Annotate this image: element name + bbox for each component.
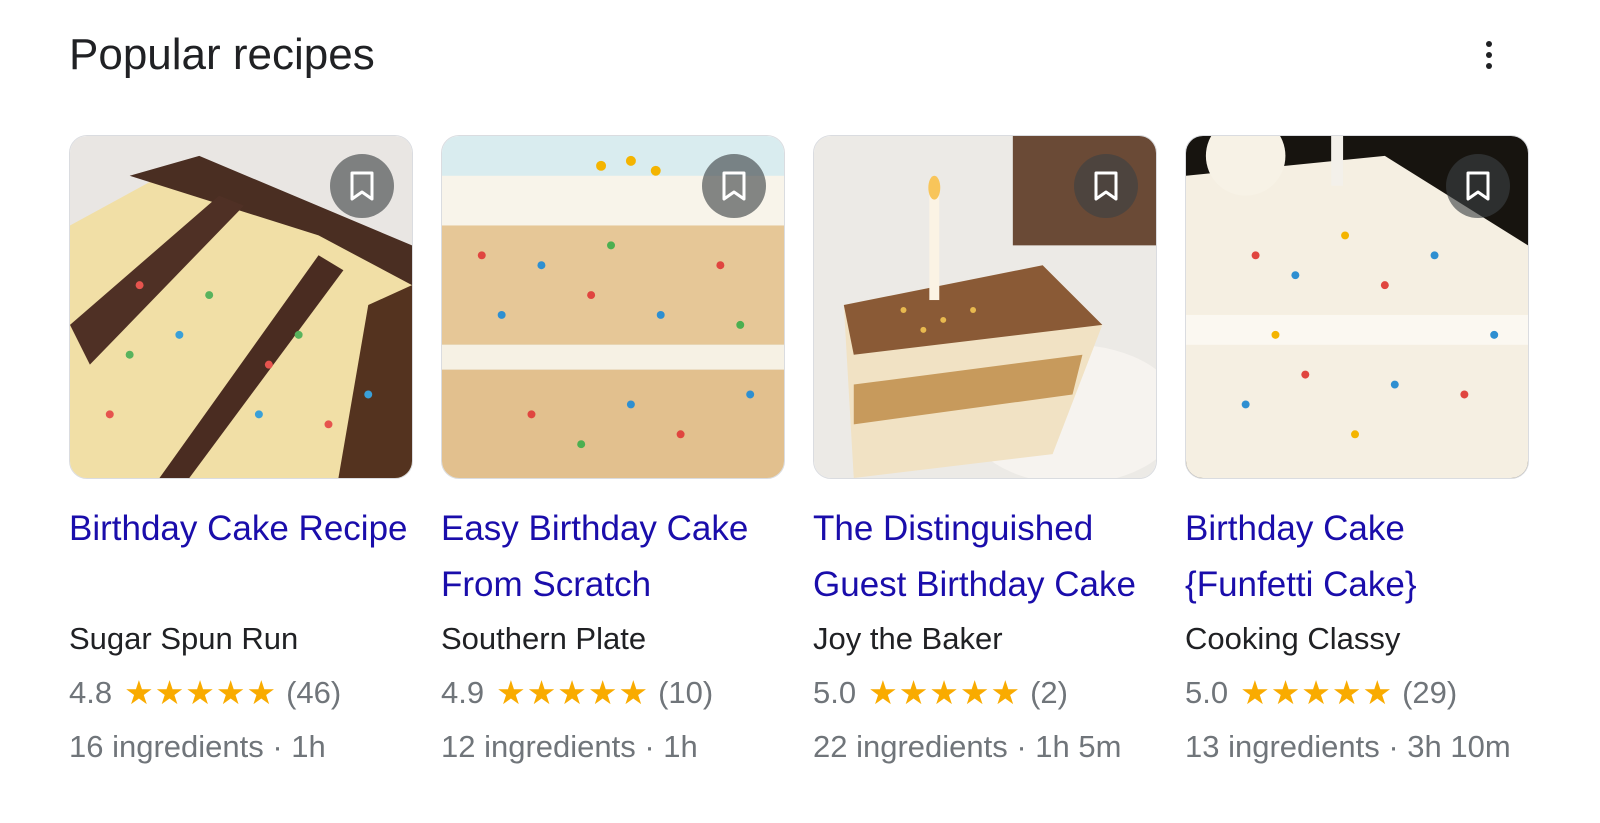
star-icon: ★	[246, 674, 277, 711]
star-icon: ★	[618, 674, 649, 711]
recipe-card[interactable]: Easy Birthday Cake From Scratch Southern…	[441, 135, 785, 767]
recipe-card[interactable]: The Distinguished Guest Birthday Cake Jo…	[813, 135, 1157, 767]
recipe-card[interactable]: Birthday Cake Recipe Sugar Spun Run 4.8 …	[69, 135, 413, 767]
recipe-meta: 13 ingredients · 3h 10m	[1185, 729, 1511, 764]
rating-value: 5.0	[813, 675, 857, 710]
save-recipe-button[interactable]	[1074, 154, 1138, 218]
star-icon: ★	[496, 674, 526, 711]
recipe-image[interactable]	[441, 135, 785, 479]
recipe-title-link[interactable]: Easy Birthday Cake From Scratch	[441, 501, 785, 613]
star-icon: ★	[154, 674, 185, 711]
star-icon: ★	[557, 674, 587, 711]
star-icon: ★	[185, 674, 215, 711]
recipe-rating: 4.9 ★ ★ ★ ★ ★ (10)	[441, 673, 785, 713]
star-rating: ★ ★ ★ ★ ★	[868, 673, 1020, 713]
recipe-image[interactable]	[69, 135, 413, 479]
recipe-image[interactable]	[1185, 135, 1529, 479]
bookmark-icon	[350, 171, 374, 201]
star-icon: ★	[1331, 674, 1362, 711]
rating-value: 4.8	[69, 675, 113, 710]
recipe-source: Sugar Spun Run	[69, 621, 299, 656]
star-rating: ★ ★ ★ ★ ★	[1240, 673, 1392, 713]
star-icon: ★	[959, 674, 990, 711]
bookmark-icon	[722, 171, 746, 201]
bookmark-icon	[1094, 171, 1118, 201]
star-icon: ★	[1362, 674, 1393, 711]
recipe-meta: 16 ingredients · 1h	[69, 729, 326, 764]
save-recipe-button[interactable]	[702, 154, 766, 218]
section-title: Popular recipes	[69, 30, 375, 79]
star-icon: ★	[1301, 674, 1331, 711]
recipe-carousel: Birthday Cake Recipe Sugar Spun Run 4.8 …	[69, 135, 1529, 767]
star-icon: ★	[929, 674, 959, 711]
recipe-title-link[interactable]: The Distinguished Guest Birthday Cake	[813, 501, 1157, 613]
rating-value: 4.9	[441, 675, 485, 710]
recipe-source: Joy the Baker	[813, 621, 1003, 656]
recipe-source: Southern Plate	[441, 621, 647, 656]
more-vert-icon-dot	[1486, 52, 1492, 58]
star-icon: ★	[215, 674, 246, 711]
star-icon: ★	[868, 674, 898, 711]
recipe-title-link[interactable]: Birthday Cake {Funfetti Cake}	[1185, 501, 1529, 613]
star-rating: ★ ★ ★ ★ ★	[496, 673, 648, 713]
star-icon: ★	[1240, 674, 1270, 711]
recipe-rating: 5.0 ★ ★ ★ ★ ★ (2)	[813, 673, 1157, 713]
star-icon: ★	[898, 674, 929, 711]
more-vert-icon-dot	[1486, 63, 1492, 69]
recipe-image[interactable]	[813, 135, 1157, 479]
star-rating: ★ ★ ★ ★ ★	[124, 673, 276, 713]
more-vert-icon	[1486, 41, 1492, 47]
recipe-card[interactable]: Birthday Cake {Funfetti Cake} Cooking Cl…	[1185, 135, 1529, 767]
star-icon: ★	[587, 674, 618, 711]
recipe-rating: 4.8 ★ ★ ★ ★ ★ (46)	[69, 673, 413, 713]
review-count: (46)	[286, 675, 342, 710]
rating-value: 5.0	[1185, 675, 1229, 710]
recipe-rating: 5.0 ★ ★ ★ ★ ★ (29)	[1185, 673, 1529, 713]
save-recipe-button[interactable]	[1446, 154, 1510, 218]
recipe-title-link[interactable]: Birthday Cake Recipe	[69, 501, 413, 613]
star-icon: ★	[124, 674, 154, 711]
star-icon: ★	[1270, 674, 1301, 711]
save-recipe-button[interactable]	[330, 154, 394, 218]
review-count: (29)	[1402, 675, 1458, 710]
bookmark-icon	[1466, 171, 1490, 201]
recipe-source: Cooking Classy	[1185, 621, 1401, 656]
star-icon: ★	[526, 674, 557, 711]
star-icon: ★	[990, 674, 1021, 711]
review-count: (10)	[658, 675, 714, 710]
review-count: (2)	[1030, 675, 1068, 710]
recipe-meta: 22 ingredients · 1h 5m	[813, 729, 1122, 764]
more-options-button[interactable]	[1472, 34, 1506, 76]
recipe-meta: 12 ingredients · 1h	[441, 729, 698, 764]
